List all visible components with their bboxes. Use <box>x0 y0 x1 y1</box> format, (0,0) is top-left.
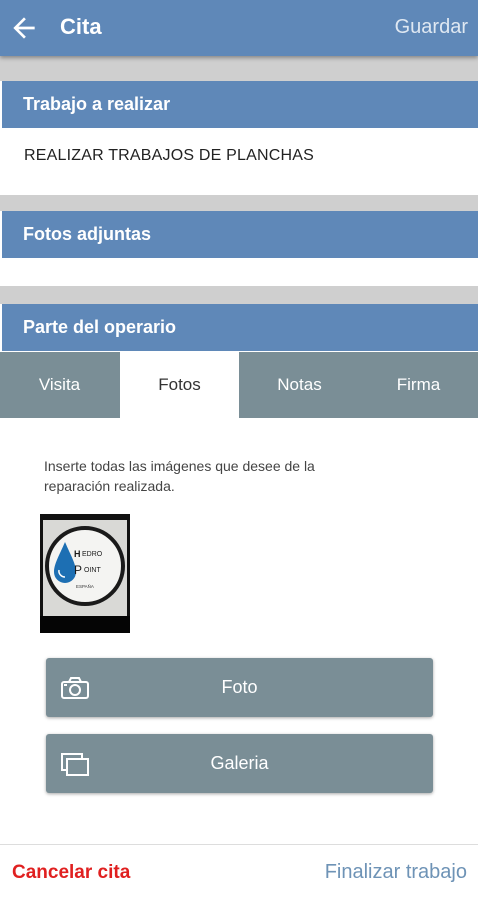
svg-text:P: P <box>74 563 82 577</box>
section-gap <box>0 286 478 304</box>
work-section-header: Trabajo a realizar <box>2 81 478 128</box>
logo-text-line2: OINT <box>84 567 101 574</box>
gallery-button[interactable]: Galeria <box>46 734 433 793</box>
section-gap <box>0 56 478 81</box>
work-description: REALIZAR TRABAJOS DE PLANCHAS <box>24 147 315 164</box>
operator-section-header: Parte del operario <box>2 304 478 351</box>
svg-text:H: H <box>74 549 81 559</box>
logo-text-line1: EDRO <box>82 551 103 558</box>
logo-subtext: ESPAÑA <box>76 583 94 589</box>
gallery-label: Galeria <box>210 753 269 773</box>
back-arrow-icon[interactable] <box>8 12 40 44</box>
section-gap <box>0 195 478 211</box>
finish-job-button[interactable]: Finalizar trabajo <box>325 861 467 884</box>
save-button[interactable]: Guardar <box>395 16 468 39</box>
photos-section-body <box>0 258 478 286</box>
cancel-appointment-button[interactable]: Cancelar cita <box>12 862 130 884</box>
photos-section-header[interactable]: Fotos adjuntas <box>2 211 478 258</box>
tab-firma[interactable]: Firma <box>359 352 478 418</box>
photo-thumbnail[interactable]: H EDRO P OINT ESPAÑA <box>40 514 130 633</box>
tab-notas[interactable]: Notas <box>240 352 359 418</box>
hydro-point-logo-image: H EDRO P OINT ESPAÑA <box>40 514 130 633</box>
tab-fotos[interactable]: Fotos <box>120 352 239 418</box>
photos-hint: Inserte todas las imágenes que desee de … <box>44 458 315 494</box>
operator-tabs: Visita Fotos Notas Firma <box>0 352 478 418</box>
tab-visita[interactable]: Visita <box>0 352 119 418</box>
page-title: Cita <box>60 14 102 39</box>
app-bar: Cita Guardar <box>0 0 478 56</box>
take-photo-button[interactable]: Foto <box>46 658 433 717</box>
take-photo-label: Foto <box>221 677 258 697</box>
